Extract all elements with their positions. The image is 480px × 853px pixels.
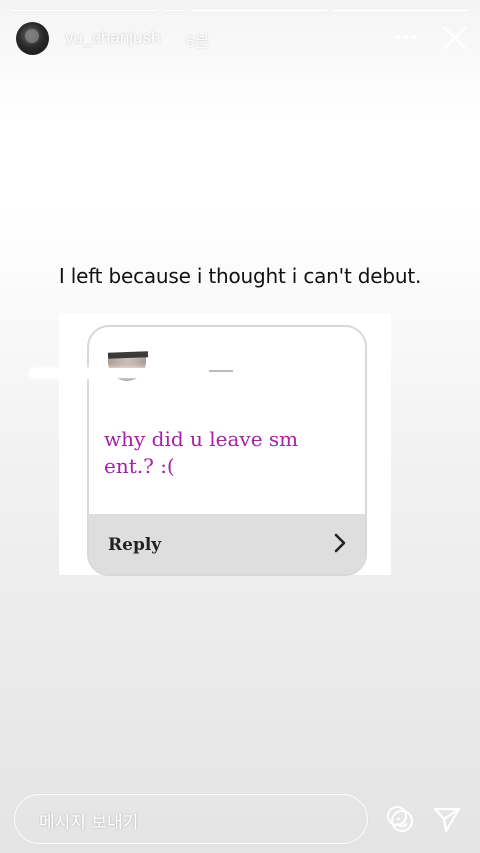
story-header: yu_chanjush 6분 [16, 22, 468, 56]
close-icon[interactable] [442, 25, 468, 51]
username[interactable]: yu_chanjush [65, 28, 160, 48]
question-text: why did u leave sm ent.? :( [104, 427, 299, 478]
story-progress-segment [10, 9, 158, 12]
story-progress-segment [164, 9, 186, 12]
chevron-right-icon [331, 532, 349, 554]
story-progress-segment [333, 9, 470, 12]
redaction-mark [209, 370, 233, 372]
avatar[interactable] [16, 22, 49, 55]
more-horizontal-icon[interactable] [394, 25, 418, 49]
embedded-screenshot: why did u leave sm ent.? :( Reply [29, 313, 391, 576]
reply-bar: Reply [89, 514, 365, 574]
reply-label: Reply [108, 535, 162, 555]
story-progress-bar [10, 9, 470, 12]
post-time: 6분 [186, 34, 210, 51]
message-placeholder: 메시지 보내기 [39, 813, 139, 833]
reaction-emoji-icon[interactable] [385, 804, 415, 834]
message-input[interactable]: 메시지 보내기 [14, 794, 368, 844]
send-icon[interactable] [432, 804, 462, 834]
story-caption: I left because i thought i can't debut. [58, 264, 422, 288]
story-progress-segment [192, 9, 327, 12]
question-card: why did u leave sm ent.? :( Reply [87, 325, 367, 576]
redaction-mark [29, 368, 159, 378]
